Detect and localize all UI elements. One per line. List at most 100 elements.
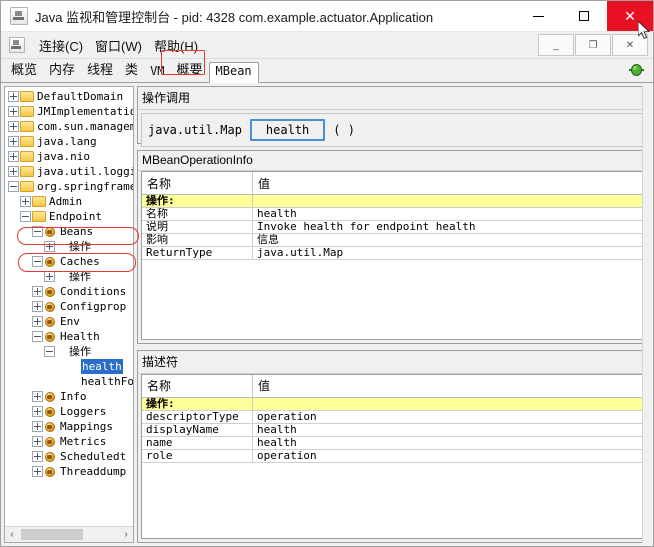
tree-node[interactable]: Scheduledt: [5, 449, 133, 464]
tree-node[interactable]: JMImplementatio: [5, 104, 133, 119]
tab-memory[interactable]: 内存: [43, 58, 81, 82]
scroll-left-arrow-icon[interactable]: ‹: [5, 529, 19, 540]
internal-close-button[interactable]: ✕: [612, 34, 648, 56]
column-header-name[interactable]: 名称: [142, 172, 253, 195]
expand-icon[interactable]: [20, 196, 31, 207]
internal-restore-button[interactable]: ❐: [575, 34, 611, 56]
table-row[interactable]: name health: [142, 436, 645, 450]
table-row[interactable]: ReturnType java.util.Map: [142, 246, 645, 260]
tree-node[interactable]: com.sun.managem: [5, 119, 133, 134]
tree-node[interactable]: Conditions: [5, 284, 133, 299]
tree-node[interactable]: Loggers: [5, 404, 133, 419]
expand-icon[interactable]: [44, 271, 55, 282]
mbean-icon: [44, 436, 57, 448]
tree-node[interactable]: Caches: [5, 254, 133, 269]
tree-node[interactable]: Threaddump: [5, 464, 133, 479]
tree-node[interactable]: Beans: [5, 224, 133, 239]
tab-overview[interactable]: 概览: [5, 58, 43, 82]
tree-node[interactable]: Health: [5, 329, 133, 344]
tree-node[interactable]: 操作: [5, 239, 133, 254]
expand-icon[interactable]: [32, 406, 43, 417]
expand-icon[interactable]: [32, 466, 43, 477]
collapse-icon[interactable]: [44, 346, 55, 357]
tree-node[interactable]: 操作: [5, 344, 133, 359]
table-row[interactable]: displayName health: [142, 423, 645, 437]
expand-icon[interactable]: [32, 391, 43, 402]
expand-icon[interactable]: [32, 421, 43, 432]
internal-minimize-button[interactable]: _: [538, 34, 574, 56]
expand-icon[interactable]: [44, 241, 55, 252]
table-row[interactable]: 操作:: [142, 397, 645, 411]
table-row[interactable]: 名称 health: [142, 207, 645, 221]
column-header-value[interactable]: 值: [252, 172, 645, 195]
expand-icon[interactable]: [8, 121, 19, 132]
mbean-icon: [44, 331, 57, 343]
table-row[interactable]: role operation: [142, 449, 645, 463]
tree-horizontal-scrollbar[interactable]: ‹ ›: [5, 526, 133, 542]
tab-threads[interactable]: 线程: [81, 58, 119, 82]
tree-node[interactable]: java.nio: [5, 149, 133, 164]
menu-item-window[interactable]: 窗口(W): [89, 34, 148, 57]
collapse-icon[interactable]: [32, 331, 43, 342]
descriptor-table-wrap[interactable]: 名称 值 操作: descriptorType operation displayNa…: [141, 373, 646, 539]
expand-icon[interactable]: [8, 106, 19, 117]
collapse-icon[interactable]: [8, 181, 19, 192]
maximize-button[interactable]: [561, 1, 607, 31]
table-row[interactable]: 影响 信息: [142, 233, 645, 247]
expand-icon[interactable]: [8, 151, 19, 162]
collapse-icon[interactable]: [32, 226, 43, 237]
menu-item-connect[interactable]: 连接(C): [33, 34, 89, 57]
expand-icon[interactable]: [32, 286, 43, 297]
tree-node[interactable]: Mappings: [5, 419, 133, 434]
tree-node[interactable]: 操作: [5, 269, 133, 284]
table-row[interactable]: 操作:: [142, 194, 645, 208]
tree-node-label: Metrics: [60, 435, 107, 448]
tree-node[interactable]: DefaultDomain: [5, 89, 133, 104]
tree-node[interactable]: Metrics: [5, 434, 133, 449]
tab-classes[interactable]: 类: [119, 58, 144, 82]
mbean-tree[interactable]: DefaultDomain JMImplementatio com.sun.mana…: [5, 87, 133, 526]
tree-node[interactable]: Admin: [5, 194, 133, 209]
collapse-icon[interactable]: [32, 256, 43, 267]
column-header-value[interactable]: 值: [252, 374, 645, 398]
expand-icon[interactable]: [32, 316, 43, 327]
expand-icon[interactable]: [32, 451, 43, 462]
expand-icon[interactable]: [8, 136, 19, 147]
operation-info-table-wrap[interactable]: 名称 值 操作: 名称 health 说明 Invoke health for endp…: [141, 171, 646, 340]
cell-name: name: [142, 436, 253, 450]
minimize-button[interactable]: [515, 1, 561, 31]
tree-node-label: 操作: [69, 240, 91, 253]
tree-node[interactable]: health: [5, 359, 133, 374]
detail-vertical-scrollbar[interactable]: [642, 86, 650, 543]
tab-vm[interactable]: VM: [144, 63, 170, 82]
column-header-name[interactable]: 名称: [142, 374, 253, 398]
tab-mbean[interactable]: MBean: [208, 62, 259, 83]
mbean-icon: [44, 256, 57, 268]
expand-icon[interactable]: [8, 91, 19, 102]
expand-icon[interactable]: [32, 436, 43, 447]
table-row[interactable]: descriptorType operation: [142, 410, 645, 424]
scroll-right-arrow-icon[interactable]: ›: [119, 529, 133, 540]
scroll-thumb[interactable]: [21, 529, 83, 540]
tree-node-label: Mappings: [60, 420, 113, 433]
folder-icon: [20, 106, 34, 117]
tree-node[interactable]: Configprop: [5, 299, 133, 314]
tree-node[interactable]: org.springframe: [5, 179, 133, 194]
collapse-icon[interactable]: [20, 211, 31, 222]
tree-node[interactable]: java.util.loggi: [5, 164, 133, 179]
tree-node[interactable]: java.lang: [5, 134, 133, 149]
table-row[interactable]: 说明 Invoke health for endpoint health: [142, 220, 645, 234]
main-split: DefaultDomain JMImplementatio com.sun.mana…: [1, 83, 653, 546]
scroll-track[interactable]: [19, 528, 119, 541]
invoke-health-button[interactable]: health: [249, 119, 326, 141]
tab-summary[interactable]: 概要: [171, 58, 209, 82]
tree-node[interactable]: Env: [5, 314, 133, 329]
expand-icon[interactable]: [32, 301, 43, 312]
close-button[interactable]: ✕: [607, 1, 653, 31]
cell-name: 操作:: [142, 194, 253, 208]
tree-node[interactable]: Endpoint: [5, 209, 133, 224]
menu-item-help[interactable]: 帮助(H): [148, 34, 204, 57]
expand-icon[interactable]: [8, 166, 19, 177]
tree-node[interactable]: Info: [5, 389, 133, 404]
tree-node[interactable]: healthFo: [5, 374, 133, 389]
